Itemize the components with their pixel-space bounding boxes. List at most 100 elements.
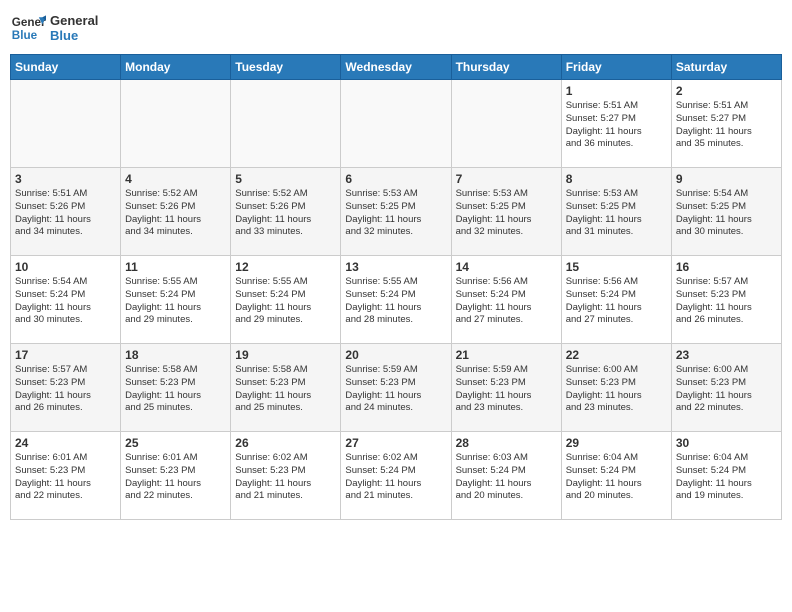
calendar-cell	[121, 80, 231, 168]
day-info: Sunrise: 5:56 AM Sunset: 5:24 PM Dayligh…	[566, 276, 667, 327]
calendar-cell: 18Sunrise: 5:58 AM Sunset: 5:23 PM Dayli…	[121, 344, 231, 432]
calendar-cell: 23Sunrise: 6:00 AM Sunset: 5:23 PM Dayli…	[671, 344, 781, 432]
calendar-cell: 14Sunrise: 5:56 AM Sunset: 5:24 PM Dayli…	[451, 256, 561, 344]
day-info: Sunrise: 5:53 AM Sunset: 5:25 PM Dayligh…	[456, 188, 557, 239]
col-header-wednesday: Wednesday	[341, 55, 451, 80]
calendar-week-4: 24 Sunrise: 6:01 AM Sunset: 5:23 PM Dayli…	[11, 432, 782, 520]
calendar-cell: 19 Sunrise: 5:58 AM Sunset: 5:23 PM Dayli…	[231, 344, 341, 432]
calendar-cell: 10Sunrise: 5:54 AM Sunset: 5:24 PM Dayli…	[11, 256, 121, 344]
col-header-monday: Monday	[121, 55, 231, 80]
day-number: 3	[15, 172, 116, 186]
day-info: Sunrise: 6:02 AM Sunset: 5:23 PM Dayligh…	[235, 452, 336, 503]
calendar-cell: 9 Sunrise: 5:54 AM Sunset: 5:25 PM Daylig…	[671, 168, 781, 256]
calendar-cell: 6 Sunrise: 5:53 AM Sunset: 5:25 PM Daylig…	[341, 168, 451, 256]
day-info: Sunrise: 6:01 AM Sunset: 5:23 PM Dayligh…	[15, 452, 116, 503]
calendar-cell: 12 Sunrise: 5:55 AM Sunset: 5:24 PM Dayli…	[231, 256, 341, 344]
day-number: 26	[235, 436, 336, 450]
day-info: Sunrise: 5:53 AM Sunset: 5:25 PM Dayligh…	[345, 188, 446, 239]
day-number: 30	[676, 436, 777, 450]
day-info: Sunrise: 5:56 AM Sunset: 5:24 PM Dayligh…	[456, 276, 557, 327]
logo-icon: General Blue	[10, 10, 46, 46]
day-info: Sunrise: 5:55 AM Sunset: 5:24 PM Dayligh…	[345, 276, 446, 327]
day-number: 18	[125, 348, 226, 362]
day-number: 9	[676, 172, 777, 186]
col-header-friday: Friday	[561, 55, 671, 80]
day-number: 8	[566, 172, 667, 186]
day-info: Sunrise: 5:54 AM Sunset: 5:25 PM Dayligh…	[676, 188, 777, 239]
day-number: 16	[676, 260, 777, 274]
calendar-week-3: 17Sunrise: 5:57 AM Sunset: 5:23 PM Dayli…	[11, 344, 782, 432]
day-info: Sunrise: 6:04 AM Sunset: 5:24 PM Dayligh…	[676, 452, 777, 503]
logo: General Blue General Blue	[10, 10, 98, 46]
calendar-cell: 17Sunrise: 5:57 AM Sunset: 5:23 PM Dayli…	[11, 344, 121, 432]
calendar-cell: 26 Sunrise: 6:02 AM Sunset: 5:23 PM Dayli…	[231, 432, 341, 520]
calendar-cell: 30 Sunrise: 6:04 AM Sunset: 5:24 PM Dayli…	[671, 432, 781, 520]
calendar-cell	[11, 80, 121, 168]
col-header-saturday: Saturday	[671, 55, 781, 80]
calendar-week-1: 3 Sunrise: 5:51 AM Sunset: 5:26 PM Daylig…	[11, 168, 782, 256]
calendar-cell: 15Sunrise: 5:56 AM Sunset: 5:24 PM Dayli…	[561, 256, 671, 344]
calendar-cell: 3 Sunrise: 5:51 AM Sunset: 5:26 PM Daylig…	[11, 168, 121, 256]
day-number: 4	[125, 172, 226, 186]
day-number: 10	[15, 260, 116, 274]
day-number: 2	[676, 84, 777, 98]
calendar-cell: 27 Sunrise: 6:02 AM Sunset: 5:24 PM Dayli…	[341, 432, 451, 520]
day-info: Sunrise: 5:51 AM Sunset: 5:27 PM Dayligh…	[676, 100, 777, 151]
calendar-cell: 29 Sunrise: 6:04 AM Sunset: 5:24 PM Dayli…	[561, 432, 671, 520]
day-number: 25	[125, 436, 226, 450]
day-number: 7	[456, 172, 557, 186]
logo-general: General	[50, 13, 98, 28]
day-info: Sunrise: 6:04 AM Sunset: 5:24 PM Dayligh…	[566, 452, 667, 503]
day-info: Sunrise: 5:58 AM Sunset: 5:23 PM Dayligh…	[235, 364, 336, 415]
day-number: 29	[566, 436, 667, 450]
calendar-cell	[231, 80, 341, 168]
calendar-cell: 13Sunrise: 5:55 AM Sunset: 5:24 PM Dayli…	[341, 256, 451, 344]
day-info: Sunrise: 6:00 AM Sunset: 5:23 PM Dayligh…	[566, 364, 667, 415]
day-info: Sunrise: 6:02 AM Sunset: 5:24 PM Dayligh…	[345, 452, 446, 503]
calendar-cell: 2 Sunrise: 5:51 AM Sunset: 5:27 PM Daylig…	[671, 80, 781, 168]
day-number: 24	[15, 436, 116, 450]
day-info: Sunrise: 5:55 AM Sunset: 5:24 PM Dayligh…	[235, 276, 336, 327]
col-header-tuesday: Tuesday	[231, 55, 341, 80]
day-number: 6	[345, 172, 446, 186]
calendar-week-2: 10Sunrise: 5:54 AM Sunset: 5:24 PM Dayli…	[11, 256, 782, 344]
day-number: 1	[566, 84, 667, 98]
day-info: Sunrise: 5:51 AM Sunset: 5:27 PM Dayligh…	[566, 100, 667, 151]
calendar-cell: 24 Sunrise: 6:01 AM Sunset: 5:23 PM Dayli…	[11, 432, 121, 520]
svg-text:Blue: Blue	[12, 29, 38, 42]
calendar-body: 1 Sunrise: 5:51 AM Sunset: 5:27 PM Daylig…	[11, 80, 782, 520]
day-number: 21	[456, 348, 557, 362]
day-info: Sunrise: 5:57 AM Sunset: 5:23 PM Dayligh…	[676, 276, 777, 327]
calendar-cell: 11 Sunrise: 5:55 AM Sunset: 5:24 PM Dayli…	[121, 256, 231, 344]
day-number: 27	[345, 436, 446, 450]
col-header-sunday: Sunday	[11, 55, 121, 80]
day-info: Sunrise: 5:57 AM Sunset: 5:23 PM Dayligh…	[15, 364, 116, 415]
day-info: Sunrise: 6:03 AM Sunset: 5:24 PM Dayligh…	[456, 452, 557, 503]
calendar-cell: 5Sunrise: 5:52 AM Sunset: 5:26 PM Daylig…	[231, 168, 341, 256]
day-number: 20	[345, 348, 446, 362]
day-info: Sunrise: 5:55 AM Sunset: 5:24 PM Dayligh…	[125, 276, 226, 327]
day-info: Sunrise: 5:59 AM Sunset: 5:23 PM Dayligh…	[456, 364, 557, 415]
day-info: Sunrise: 6:01 AM Sunset: 5:23 PM Dayligh…	[125, 452, 226, 503]
calendar-cell: 7 Sunrise: 5:53 AM Sunset: 5:25 PM Daylig…	[451, 168, 561, 256]
calendar-cell: 28 Sunrise: 6:03 AM Sunset: 5:24 PM Dayli…	[451, 432, 561, 520]
calendar-cell: 22 Sunrise: 6:00 AM Sunset: 5:23 PM Dayli…	[561, 344, 671, 432]
day-number: 28	[456, 436, 557, 450]
calendar-cell: 1 Sunrise: 5:51 AM Sunset: 5:27 PM Daylig…	[561, 80, 671, 168]
calendar-header-row: SundayMondayTuesdayWednesdayThursdayFrid…	[11, 55, 782, 80]
page-header: General Blue General Blue	[10, 10, 782, 46]
calendar-cell: 20Sunrise: 5:59 AM Sunset: 5:23 PM Dayli…	[341, 344, 451, 432]
day-number: 23	[676, 348, 777, 362]
col-header-thursday: Thursday	[451, 55, 561, 80]
day-number: 22	[566, 348, 667, 362]
day-info: Sunrise: 5:52 AM Sunset: 5:26 PM Dayligh…	[125, 188, 226, 239]
calendar-table: SundayMondayTuesdayWednesdayThursdayFrid…	[10, 54, 782, 520]
day-number: 11	[125, 260, 226, 274]
calendar-cell	[341, 80, 451, 168]
day-number: 12	[235, 260, 336, 274]
calendar-week-0: 1 Sunrise: 5:51 AM Sunset: 5:27 PM Daylig…	[11, 80, 782, 168]
day-info: Sunrise: 5:51 AM Sunset: 5:26 PM Dayligh…	[15, 188, 116, 239]
day-info: Sunrise: 5:52 AM Sunset: 5:26 PM Dayligh…	[235, 188, 336, 239]
day-info: Sunrise: 5:53 AM Sunset: 5:25 PM Dayligh…	[566, 188, 667, 239]
day-number: 19	[235, 348, 336, 362]
